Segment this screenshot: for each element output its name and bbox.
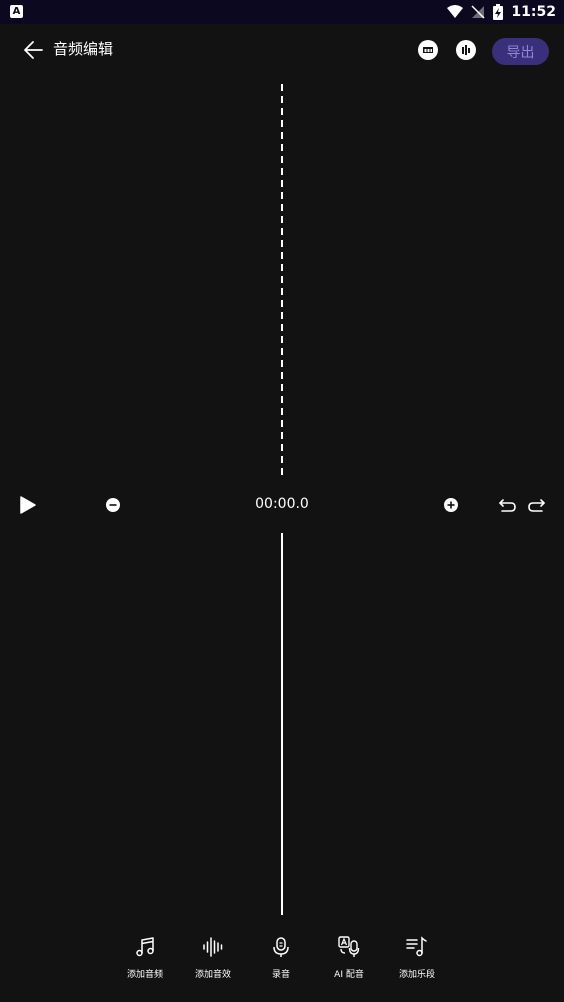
current-time: 00:00.0 bbox=[255, 496, 309, 512]
equalizer-icon bbox=[457, 41, 475, 59]
music-note-icon bbox=[136, 937, 154, 957]
record-button[interactable]: 录音 bbox=[247, 935, 315, 985]
undo-icon bbox=[499, 499, 516, 512]
battery-charging-icon bbox=[493, 4, 504, 20]
sound-wave-icon bbox=[203, 937, 223, 957]
app-root: A 11:52 音频编辑 导出 00:00.0 添加音频 添加音效 录音 AI … bbox=[0, 0, 564, 1002]
status-icons: 11:52 bbox=[447, 0, 556, 24]
add-audio-button[interactable]: 添加音频 bbox=[111, 935, 179, 985]
audio-levels-button[interactable] bbox=[456, 40, 476, 60]
bottom-toolbar: 添加音频 添加音效 录音 AI 配音 添加乐段 bbox=[0, 935, 564, 1002]
add-music-segment-label: 添加乐段 bbox=[398, 970, 435, 980]
record-label: 录音 bbox=[271, 970, 290, 980]
add-sound-effect-label: 添加音效 bbox=[194, 970, 231, 980]
no-signal-icon bbox=[471, 5, 485, 19]
subtitle-icon bbox=[419, 41, 437, 59]
export-button[interactable]: 导出 bbox=[492, 38, 549, 65]
playback-controls: 00:00.0 bbox=[0, 488, 564, 522]
music-list-icon bbox=[406, 936, 427, 957]
wifi-icon bbox=[447, 5, 464, 19]
redo-button[interactable] bbox=[527, 495, 547, 515]
app-notification-icon: A bbox=[10, 5, 23, 18]
clock: 11:52 bbox=[511, 4, 556, 20]
back-arrow-icon bbox=[24, 41, 43, 59]
caption-button[interactable] bbox=[418, 40, 438, 60]
add-audio-label: 添加音频 bbox=[126, 970, 163, 980]
playhead-line bbox=[281, 533, 283, 915]
ai-voice-icon bbox=[338, 936, 360, 957]
microphone-icon bbox=[273, 937, 289, 957]
plus-icon bbox=[447, 501, 455, 509]
top-app-bar: 音频编辑 导出 bbox=[0, 24, 564, 76]
zoom-in-button[interactable] bbox=[444, 498, 458, 512]
undo-button[interactable] bbox=[497, 495, 517, 515]
status-bar: A 11:52 bbox=[0, 0, 564, 24]
playhead-guide-dashed bbox=[281, 84, 283, 478]
back-button[interactable] bbox=[20, 36, 48, 64]
ai-voice-label: AI 配音 bbox=[334, 970, 364, 980]
page-title: 音频编辑 bbox=[53, 40, 114, 58]
ai-voice-button[interactable]: AI 配音 bbox=[315, 935, 383, 985]
redo-icon bbox=[528, 499, 545, 512]
add-music-segment-button[interactable]: 添加乐段 bbox=[383, 935, 451, 985]
add-sound-effect-button[interactable]: 添加音效 bbox=[179, 935, 247, 985]
